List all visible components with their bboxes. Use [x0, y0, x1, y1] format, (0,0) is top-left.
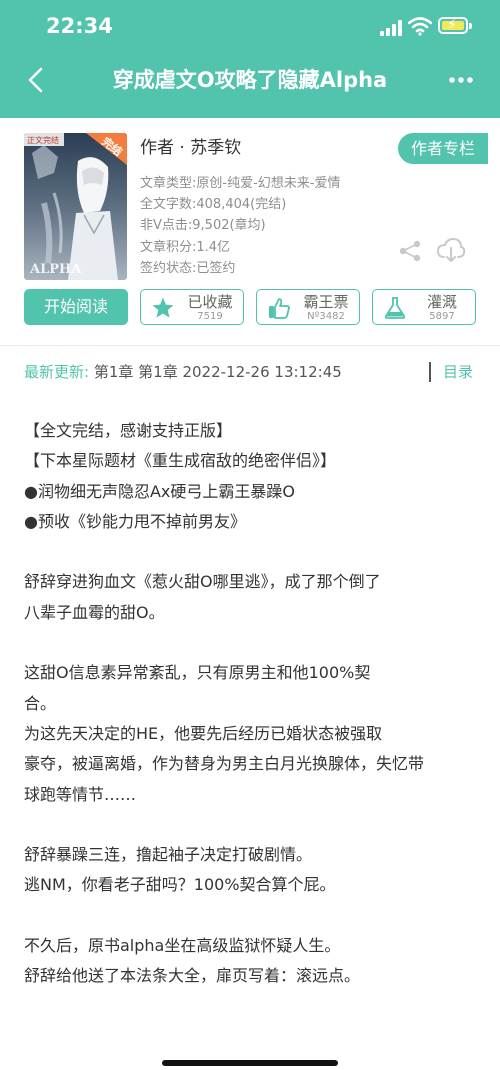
favorite-count: 7519 [197, 311, 223, 322]
synopsis-line [24, 628, 476, 658]
table-of-contents-link[interactable]: 目录 [443, 359, 473, 385]
vote-count: Nº3482 [307, 311, 345, 322]
meta-genre: 文章类型:原创-纯爱-幻想未来-爱情 [140, 176, 341, 191]
watering-flask-icon [384, 297, 406, 319]
synopsis-line: 这甜O信息素异常紊乱，只有原男主和他100%契 [24, 663, 371, 683]
synopsis-line: 逃NM，你看老子甜吗？100%契合算个屁。 [24, 875, 336, 895]
book-meta: 文章类型:原创-纯爱-幻想未来-爱情 全文字数:408,404(完结) 非V点击… [140, 173, 410, 279]
latest-update-value: 第1章 第1章 2022-12-26 13:12:45 [93, 363, 342, 381]
top-bar: 22:34 ⚡ 穿成虐文O攻略了隐藏Alpha [0, 0, 500, 118]
cover-corner-label: 正文完结 [27, 135, 59, 145]
meta-score: 文章积分:1.4亿 [140, 239, 231, 255]
synopsis-line: 合。 [24, 693, 57, 713]
star-icon [152, 297, 174, 318]
synopsis-line: ●预收《钞能力甩不掉前男友》 [24, 511, 246, 531]
synopsis-line [24, 901, 476, 931]
home-indicator[interactable] [162, 1060, 338, 1066]
synopsis-line: 不久后，原书alpha坐在高级监狱怀疑人生。 [24, 936, 341, 956]
cellular-signal-icon [380, 20, 404, 36]
share-icon[interactable] [398, 240, 422, 262]
meta-clicks: 非V点击:9,502(章均) [140, 218, 266, 234]
author-name[interactable]: 作者 · 苏季钦 [140, 134, 410, 162]
meta-word-count: 全文字数:408,404(完结) [140, 197, 287, 213]
battery-charging-icon: ⚡ [438, 17, 472, 34]
water-label: 灌溉 [426, 293, 457, 311]
book-cover[interactable]: 正文完结 ALPHA 完结 [24, 133, 127, 280]
latest-update[interactable]: 最新更新: 第1章 第1章 2022-12-26 13:12:45 [24, 359, 342, 385]
more-options-icon[interactable] [448, 70, 474, 90]
synopsis-line: 为这先天决定的HE，他要先后经历已婚状态被强取 [24, 723, 383, 743]
synopsis-line: 舒辞穿进狗血文《惹火甜O哪里逃》，成了那个倒了 [24, 572, 381, 592]
synopsis-line: ●润物细无声隐忍Ax硬弓上霸王暴躁O [24, 481, 295, 501]
synopsis-line: 八辈子血霉的甜O。 [24, 602, 165, 622]
latest-update-label: 最新更新: [24, 363, 90, 381]
synopsis-line: 【全文完结，感谢支持正版】 [24, 421, 233, 440]
wifi-icon [408, 17, 432, 36]
synopsis-line [24, 537, 476, 567]
synopsis-line: 【下本星际题材《重生成宿敌的绝密伴侣》】 [24, 451, 337, 471]
thumbs-up-icon [269, 298, 290, 319]
page-title: 穿成虐文O攻略了隐藏Alpha [112, 68, 388, 92]
cloud-download-icon[interactable] [436, 237, 466, 263]
back-arrow-icon[interactable] [22, 64, 52, 96]
meta-sign-status: 签约状态:已签约 [140, 260, 236, 276]
synopsis-line: 豪夺，被逼离婚，作为替身为男主白月光换腺体，失忆带 [24, 754, 425, 774]
separator [429, 362, 431, 382]
vote-button[interactable]: 霸王票 Nº3482 [256, 289, 360, 325]
author-column-button[interactable]: 作者专栏 [398, 133, 488, 164]
water-count: 5897 [429, 311, 455, 322]
synopsis: 【全文完结，感谢支持正版】 【下本星际题材《重生成宿敌的绝密伴侣》】 ●润物细无… [24, 416, 476, 992]
favorite-label: 已收藏 [187, 293, 233, 311]
cover-art-text: ALPHA [29, 262, 82, 277]
synopsis-line: 舒辞暴躁三连，撸起袖子决定打破剧情。 [24, 845, 313, 865]
water-button[interactable]: 灌溉 5897 [372, 289, 476, 325]
synopsis-line: 球跑等情节…… [24, 784, 137, 804]
favorite-button[interactable]: 已收藏 7519 [140, 289, 244, 325]
divider [0, 345, 500, 346]
synopsis-line: 舒辞给他送了本法条大全，扉页写着：滚远点。 [24, 966, 361, 986]
vote-label: 霸王票 [303, 293, 349, 311]
synopsis-line [24, 810, 476, 840]
status-bar: 22:34 ⚡ [0, 0, 500, 56]
status-time: 22:34 [46, 14, 113, 38]
start-reading-button[interactable]: 开始阅读 [24, 289, 128, 325]
book-info: 作者 · 苏季钦 文章类型:原创-纯爱-幻想未来-爱情 全文字数:408,404… [140, 134, 410, 279]
